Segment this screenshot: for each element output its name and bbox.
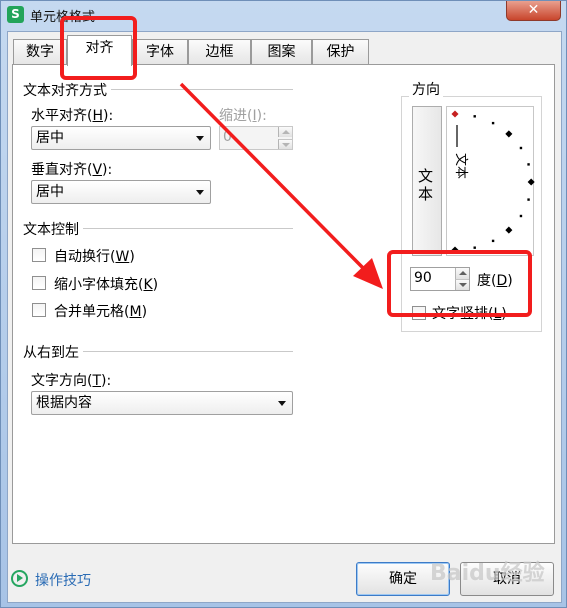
text-direction-label: 文字方向(T): — [31, 373, 112, 389]
tab-protection[interactable]: 保护 — [312, 39, 369, 65]
dial-minor-mark — [491, 239, 495, 243]
indent-down-button[interactable] — [278, 139, 292, 149]
vertical-text-checkbox[interactable] — [412, 306, 426, 320]
degrees-up-button[interactable] — [455, 268, 469, 279]
degrees-down-button[interactable] — [455, 279, 469, 290]
merge-cells-label[interactable]: 合并单元格(M) — [54, 301, 147, 321]
degrees-label: 度(D) — [477, 273, 513, 289]
indent-label: 缩进(I): — [219, 108, 267, 124]
tab-pattern[interactable]: 图案 — [251, 39, 312, 65]
orientation-dial[interactable]: 文本 — [446, 106, 535, 256]
rtl-heading: 从右到左 — [23, 342, 83, 362]
dial-rotated-text: 文本 — [453, 153, 468, 179]
wrap-text-label[interactable]: 自动换行(W) — [54, 246, 135, 266]
wrap-text-checkbox[interactable] — [32, 248, 46, 262]
chevron-down-icon — [278, 401, 286, 406]
tab-font[interactable]: 字体 — [132, 39, 188, 65]
horizontal-align-value: 居中 — [36, 130, 64, 146]
play-icon[interactable] — [11, 570, 28, 587]
chevron-down-icon — [196, 136, 204, 141]
watermark: Baidu经验 — [430, 561, 545, 586]
degrees-value: 90 — [414, 270, 432, 286]
indent-up-button[interactable] — [278, 127, 292, 137]
dial-major-mark — [451, 110, 459, 118]
vertical-align-select[interactable]: 居中 — [31, 180, 211, 204]
merge-cells-checkbox[interactable] — [32, 303, 46, 317]
app-icon: S — [7, 6, 24, 23]
vertical-align-value: 居中 — [36, 184, 64, 200]
horizontal-align-select[interactable]: 居中 — [31, 126, 211, 150]
dial-minor-mark — [527, 163, 530, 166]
text-direction-select[interactable]: 根据内容 — [31, 391, 293, 415]
close-button[interactable]: ✕ — [506, 1, 561, 21]
degrees-stepper[interactable]: 90 — [410, 267, 470, 291]
shrink-to-fit-label[interactable]: 缩小字体填充(K) — [54, 274, 158, 294]
dial-minor-mark — [473, 115, 476, 118]
tab-number[interactable]: 数字 — [13, 39, 67, 65]
vertical-align-label: 垂直对齐(V): — [31, 162, 113, 178]
dial-major-mark — [451, 246, 459, 254]
dial-minor-mark — [473, 246, 476, 249]
dial-minor-mark — [491, 121, 495, 125]
dial-major-mark — [505, 130, 513, 138]
text-control-heading: 文本控制 — [23, 219, 83, 239]
text-direction-value: 根据内容 — [36, 395, 92, 411]
tips-link[interactable]: 操作技巧 — [35, 570, 91, 590]
orientation-heading: 方向 — [409, 79, 443, 99]
vertical-text-char: 本 — [418, 185, 434, 203]
indent-stepper[interactable]: 0 — [219, 126, 293, 150]
vertical-text-checkbox-label[interactable]: 文字竖排(L) — [432, 303, 507, 323]
orientation-dial-graphic: 文本 — [451, 110, 535, 254]
text-alignment-heading: 文本对齐方式 — [23, 80, 111, 100]
dial-minor-mark — [519, 146, 523, 150]
shrink-to-fit-checkbox[interactable] — [32, 276, 46, 290]
dial-major-mark — [505, 226, 513, 234]
dial-marks — [451, 110, 535, 254]
dialog-title: 单元格格式 — [30, 10, 96, 25]
horizontal-align-label: 水平对齐(H): — [31, 108, 114, 124]
chevron-down-icon — [196, 190, 204, 195]
title-bar[interactable]: S 单元格格式 — [1, 1, 567, 29]
tab-alignment[interactable]: 对齐 — [67, 35, 132, 66]
tab-border[interactable]: 边框 — [188, 39, 251, 65]
dial-minor-mark — [527, 198, 530, 201]
dial-major-mark — [527, 178, 535, 186]
dial-minor-mark — [519, 214, 523, 218]
indent-value: 0 — [223, 129, 232, 145]
